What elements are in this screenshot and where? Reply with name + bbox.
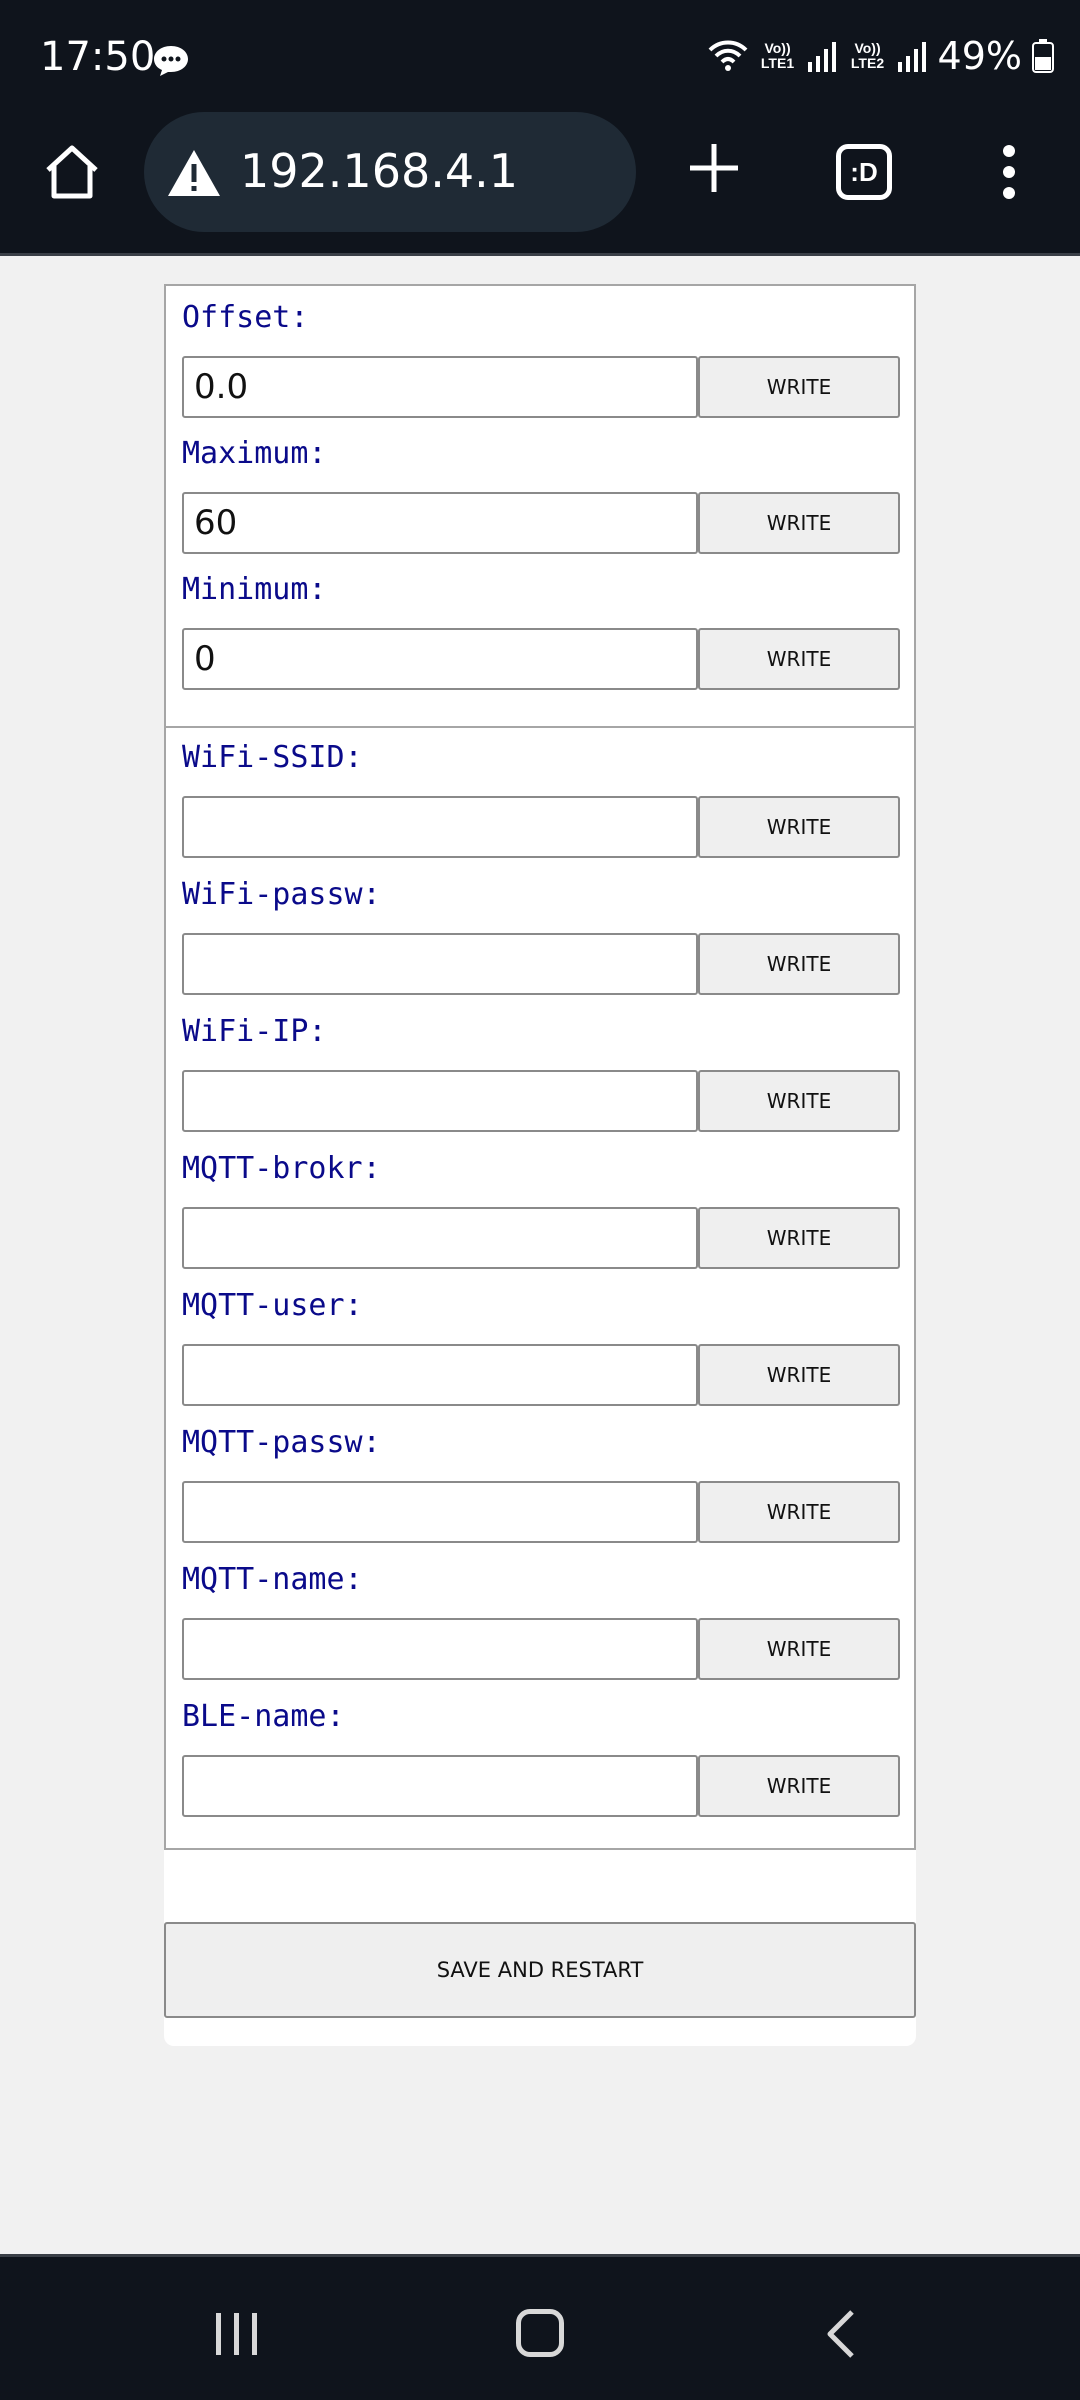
mqtt-brokr-write-button[interactable]: WRITE bbox=[698, 1207, 900, 1269]
browser-toolbar: 192.168.4.1 :D bbox=[0, 108, 1080, 256]
system-nav-bar bbox=[0, 2254, 1080, 2400]
wifi-ssid-input[interactable] bbox=[182, 796, 698, 858]
back-icon[interactable] bbox=[826, 2309, 856, 2359]
save-and-restart-button[interactable]: SAVE AND RESTART bbox=[164, 1922, 916, 2018]
mqtt-user-label: MQTT-user: bbox=[182, 1288, 363, 1323]
minimum-input[interactable]: 0 bbox=[182, 628, 698, 690]
signal-bars-2-icon bbox=[897, 42, 926, 72]
mqtt-user-write-button[interactable]: WRITE bbox=[698, 1344, 900, 1406]
mqtt-name-write-button[interactable]: WRITE bbox=[698, 1618, 900, 1680]
wifi-ip-write-button[interactable]: WRITE bbox=[698, 1070, 900, 1132]
tabs-button[interactable]: :D bbox=[836, 144, 892, 200]
recent-apps-icon[interactable] bbox=[214, 2311, 260, 2357]
wifi-passw-label: WiFi-passw: bbox=[182, 877, 381, 912]
status-bar: 17:50 Vo)) LTE1 Vo)) LTE2 49% bbox=[0, 0, 1080, 108]
wifi-icon bbox=[708, 40, 747, 71]
minimum-label: Minimum: bbox=[182, 572, 327, 607]
more-options-icon[interactable] bbox=[994, 144, 1024, 200]
new-tab-plus-icon[interactable] bbox=[688, 142, 740, 194]
minimum-write-button[interactable]: WRITE bbox=[698, 628, 900, 690]
url-text[interactable]: 192.168.4.1 bbox=[240, 144, 518, 198]
chat-bubble-icon bbox=[154, 46, 188, 76]
mqtt-name-label: MQTT-name: bbox=[182, 1562, 363, 1597]
sensor-settings-group: Offset: 0.0 WRITE Maximum: 60 WRITE Mini… bbox=[164, 284, 916, 728]
signal-bars-1-icon bbox=[807, 42, 836, 72]
maximum-write-button[interactable]: WRITE bbox=[698, 492, 900, 554]
settings-card: Offset: 0.0 WRITE Maximum: 60 WRITE Mini… bbox=[164, 284, 916, 2046]
wifi-passw-input[interactable] bbox=[182, 933, 698, 995]
wifi-ssid-label: WiFi-SSID: bbox=[182, 740, 363, 775]
status-right-group: Vo)) LTE1 Vo)) LTE2 49% bbox=[708, 32, 1054, 80]
offset-label: Offset: bbox=[182, 300, 309, 335]
ble-name-input[interactable] bbox=[182, 1755, 698, 1817]
address-bar[interactable]: 192.168.4.1 bbox=[144, 112, 636, 232]
mqtt-brokr-label: MQTT-brokr: bbox=[182, 1151, 381, 1186]
web-page: Offset: 0.0 WRITE Maximum: 60 WRITE Mini… bbox=[0, 256, 1080, 2254]
mqtt-user-input[interactable] bbox=[182, 1344, 698, 1406]
mqtt-name-input[interactable] bbox=[182, 1618, 698, 1680]
maximum-input[interactable]: 60 bbox=[182, 492, 698, 554]
mqtt-passw-input[interactable] bbox=[182, 1481, 698, 1543]
home-nav-icon[interactable] bbox=[516, 2309, 564, 2357]
wifi-passw-write-button[interactable]: WRITE bbox=[698, 933, 900, 995]
network-settings-group: WiFi-SSID: WRITE WiFi-passw: WRITE WiFi-… bbox=[164, 726, 916, 1850]
battery-icon bbox=[1032, 39, 1054, 73]
battery-percent: 49% bbox=[937, 34, 1022, 78]
offset-write-button[interactable]: WRITE bbox=[698, 356, 900, 418]
wifi-ssid-write-button[interactable]: WRITE bbox=[698, 796, 900, 858]
mqtt-passw-label: MQTT-passw: bbox=[182, 1425, 381, 1460]
ble-name-label: BLE-name: bbox=[182, 1699, 345, 1734]
wifi-ip-label: WiFi-IP: bbox=[182, 1014, 327, 1049]
ble-name-write-button[interactable]: WRITE bbox=[698, 1755, 900, 1817]
maximum-label: Maximum: bbox=[182, 436, 327, 471]
wifi-ip-input[interactable] bbox=[182, 1070, 698, 1132]
home-icon[interactable] bbox=[40, 140, 104, 204]
offset-input[interactable]: 0.0 bbox=[182, 356, 698, 418]
sim1-indicator: Vo)) LTE1 bbox=[760, 40, 795, 71]
mqtt-brokr-input[interactable] bbox=[182, 1207, 698, 1269]
mqtt-passw-write-button[interactable]: WRITE bbox=[698, 1481, 900, 1543]
warning-triangle-icon[interactable] bbox=[166, 148, 222, 198]
status-time: 17:50 bbox=[40, 34, 156, 80]
sim2-indicator: Vo)) LTE2 bbox=[850, 40, 885, 71]
